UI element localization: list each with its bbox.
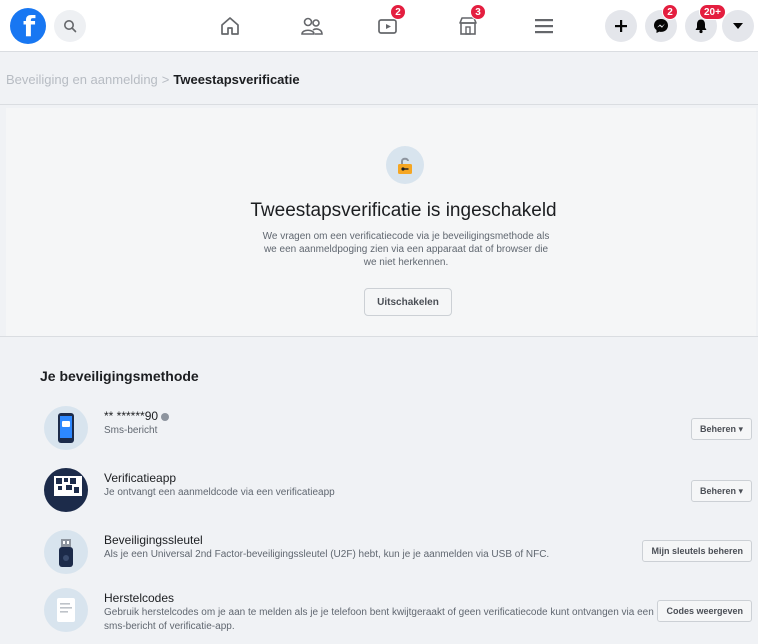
usb-key-icon <box>59 539 73 567</box>
status-description: We vragen om een verificatiecode via je … <box>262 231 550 268</box>
method-subtitle: Gebruik herstelcodes om je aan te melden… <box>104 607 654 632</box>
menu-tab[interactable] <box>528 10 560 42</box>
home-tab[interactable] <box>214 10 246 42</box>
search-icon <box>64 20 77 33</box>
messenger-badge: 2 <box>662 4 678 20</box>
phone-icon <box>58 413 74 443</box>
facebook-logo[interactable]: f <box>10 8 46 44</box>
marketplace-tab[interactable]: 3 <box>452 4 486 42</box>
breadcrumb-separator: > <box>161 72 170 87</box>
method-icon-circle <box>44 468 88 512</box>
notifications-button[interactable]: 20+ <box>685 4 726 42</box>
view-codes-button[interactable]: Codes weergeven <box>657 600 752 622</box>
method-text: Verificatieapp Je ontvangt een aanmeldco… <box>104 470 335 500</box>
account-menu-button[interactable] <box>722 10 754 42</box>
bell-icon <box>695 19 707 34</box>
lock-badge <box>386 146 424 184</box>
method-icon-circle <box>44 406 88 450</box>
method-title: ** ******90 <box>104 408 170 424</box>
top-navigation-bar: f 2 3 2 20+ <box>0 0 758 52</box>
friends-tab[interactable] <box>296 10 328 42</box>
method-title: Beveiligingssleutel <box>104 533 203 547</box>
search-button[interactable] <box>54 10 86 42</box>
method-text: Herstelcodes Gebruik herstelcodes om je … <box>104 590 664 634</box>
method-subtitle: Je ontvangt een aanmeldcode via een veri… <box>104 487 335 498</box>
method-row-authenticator: Verificatieapp Je ontvangt een aanmeldco… <box>44 468 756 522</box>
method-text: Beveiligingssleutel Als je een Universal… <box>104 532 549 562</box>
method-icon-circle <box>44 530 88 574</box>
phone-number: ** ******90 <box>104 409 159 423</box>
plus-icon <box>615 20 627 32</box>
messenger-icon <box>654 19 668 33</box>
two-factor-status-panel: Tweestapsverificatie is ingeschakeld We … <box>6 108 756 336</box>
notifications-badge: 20+ <box>699 4 726 20</box>
padlock-icon <box>398 157 412 174</box>
qr-code-icon <box>54 476 82 496</box>
methods-heading: Je beveiligingsmethode <box>40 368 199 384</box>
method-row-security-key: Beveiligingssleutel Als je een Universal… <box>44 530 756 584</box>
messenger-button[interactable]: 2 <box>645 4 678 42</box>
manage-authenticator-button[interactable]: Beheren ▾ <box>690 480 752 502</box>
document-icon <box>57 598 75 622</box>
friends-icon <box>301 17 323 35</box>
create-button[interactable] <box>605 10 637 42</box>
method-text: ** ******90 Sms-bericht <box>104 408 170 438</box>
divider <box>0 104 758 105</box>
manage-sms-button[interactable]: Beheren ▾ <box>690 418 752 440</box>
breadcrumb-current: Tweestapsverificatie <box>173 72 300 87</box>
status-title: Tweestapsverificatie is ingeschakeld <box>250 200 557 221</box>
caret-down-icon <box>733 23 743 29</box>
manage-keys-button[interactable]: Mijn sleutels beheren <box>642 540 752 562</box>
hamburger-menu-icon <box>535 19 553 34</box>
divider <box>0 336 758 337</box>
method-icon-circle <box>44 588 88 632</box>
info-icon[interactable] <box>161 412 170 421</box>
home-icon <box>221 17 239 35</box>
breadcrumb-parent-link[interactable]: Beveiliging en aanmelding <box>6 72 158 87</box>
breadcrumb: Beveiliging en aanmelding > Tweestapsverif… <box>6 72 300 87</box>
method-row-recovery-codes: Herstelcodes Gebruik herstelcodes om je … <box>44 588 756 642</box>
watch-badge: 2 <box>390 4 406 20</box>
method-subtitle: Als je een Universal 2nd Factor-beveilig… <box>104 549 550 560</box>
watch-tab[interactable]: 2 <box>372 4 406 42</box>
method-title: Verificatieapp <box>104 471 177 485</box>
method-title: Herstelcodes <box>104 591 175 605</box>
method-subtitle: Sms-bericht <box>104 425 158 436</box>
method-row-sms: ** ******90 Sms-bericht Beheren ▾ <box>44 406 756 460</box>
disable-button[interactable]: Uitschakelen <box>364 288 452 316</box>
marketplace-badge: 3 <box>470 4 486 20</box>
